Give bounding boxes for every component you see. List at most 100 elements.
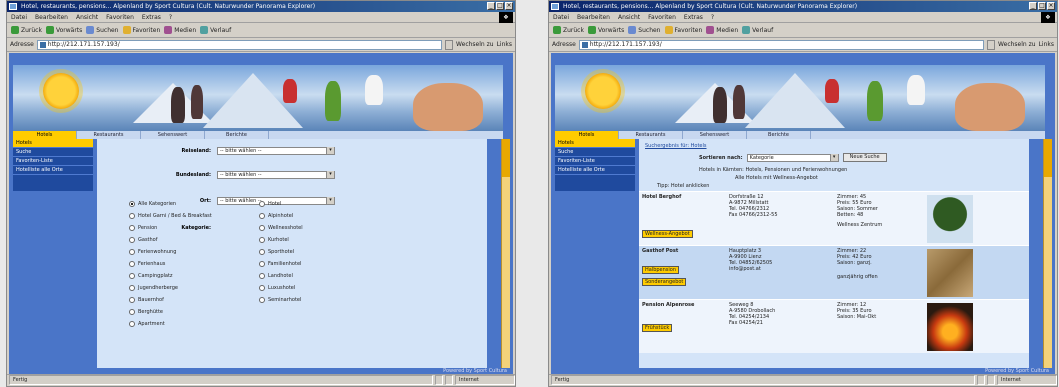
close-button[interactable]: × [505,2,513,10]
skier-figure [907,75,925,105]
forward-button[interactable]: Vorwärts [587,26,624,34]
menu-extras[interactable]: Extras [142,12,161,22]
radio-option[interactable]: Familienhotel [259,258,369,269]
go-button[interactable]: Wechseln zu [456,41,494,48]
radio-option[interactable]: Apartment [129,318,259,329]
sidebar-item-favoriten[interactable]: Favoriten-Liste [555,157,635,166]
vertical-scrollbar[interactable] [1043,139,1052,368]
radio-option[interactable]: Hotel Garni / Bed & Breakfast [129,210,259,221]
search-button[interactable]: Suchen [86,26,119,34]
wellness-badge[interactable]: Wellness-Angebot [642,230,693,238]
favorites-button[interactable]: Favoriten [122,26,160,34]
fire-photo[interactable] [927,303,973,351]
radio-option[interactable]: Seminarhotel [259,294,369,305]
address-input[interactable]: http://212.171.157.193/ [578,39,985,50]
history-button[interactable]: Verlauf [200,26,231,34]
halbpension-badge[interactable]: Halbpension [642,266,680,274]
tab-sehenswert[interactable]: Sehenswert [141,131,205,139]
radio-option[interactable]: Ferienwohnung [129,246,259,257]
tab-hotels[interactable]: Hotels [13,131,77,139]
radio-option[interactable]: Luxushotel [259,282,369,293]
sidebar-item-suche[interactable]: Suche [13,148,93,157]
close-button[interactable]: × [1047,2,1055,10]
radio-option[interactable]: Pension [129,222,259,233]
bundesland-select[interactable]: -- bitte wählen -- [217,171,335,179]
radio-option[interactable]: Gasthof [129,234,259,245]
radio-option[interactable]: Bauernhof [129,294,259,305]
menu-favoriten[interactable]: Favoriten [648,12,676,22]
go-button[interactable]: Wechseln zu [998,41,1036,48]
tab-restaurants[interactable]: Restaurants [619,131,683,139]
hotel-listing[interactable]: Hotel Berghof Wellness-Angebot Dorfstraße… [639,191,1029,245]
address-dropdown-button[interactable] [987,39,996,50]
forward-button[interactable]: Vorwärts [45,26,82,34]
radio-option[interactable]: Berghütte [129,306,259,317]
search-button[interactable]: Suchen [628,26,661,34]
field-bundesland: Bundesland: -- bitte wählen -- [161,171,335,179]
tab-hotels[interactable]: Hotels [555,131,619,139]
sidebar-item-hotelliste[interactable]: Hotelliste alle Orte [555,166,635,175]
radio-option[interactable]: Alle Kategorien [129,198,259,209]
radio-option[interactable]: Wellnesshotel [259,222,369,233]
tab-restaurants[interactable]: Restaurants [77,131,141,139]
radio-option[interactable]: Jugendherberge [129,282,259,293]
menu-datei[interactable]: Datei [553,12,569,22]
menu-datei[interactable]: Datei [11,12,27,22]
sidebar-item-suche[interactable]: Suche [555,148,635,157]
fruehstueck-badge[interactable]: Frühstück [642,324,673,332]
breadcrumb[interactable]: Suchergebnis für: Hotels [645,143,707,149]
vertical-scrollbar[interactable] [501,139,510,368]
title-bar[interactable]: Hotel, restaurants, pensions... Alpenlan… [549,1,1057,12]
menu-favoriten[interactable]: Favoriten [106,12,134,22]
radio-icon [129,260,135,267]
tree-photo[interactable] [927,195,973,243]
menu-ansicht[interactable]: Ansicht [76,12,98,22]
minimize-button[interactable]: _ [1029,2,1037,10]
sort-select[interactable]: Kategorie [746,153,839,162]
links-label[interactable]: Links [1039,41,1054,48]
maximize-button[interactable]: □ [496,2,504,10]
hotel-listing[interactable]: Gasthof Post Halbpension Sonderangebot Hau… [639,245,1029,299]
sidebar-item-favoriten[interactable]: Favoriten-Liste [13,157,93,166]
tab-berichte[interactable]: Berichte [747,131,811,139]
title-bar[interactable]: Hotel, restaurants, pensions... Alpenlan… [7,1,515,12]
sidebar-item-hotels[interactable]: Hotels [13,139,93,148]
reiseland-select[interactable]: -- bitte wählen -- [217,147,335,155]
scrollbar-thumb[interactable] [1044,139,1052,177]
menu-bearbeiten[interactable]: Bearbeiten [35,12,68,22]
radio-option[interactable]: Ferienhaus [129,258,259,269]
radio-option[interactable]: Hotel [259,198,369,209]
media-button[interactable]: Medien [706,26,738,34]
history-button[interactable]: Verlauf [742,26,773,34]
back-button[interactable]: Zurück [553,26,584,34]
minimize-button[interactable]: _ [487,2,495,10]
sidebar-item-hotels[interactable]: Hotels [555,139,635,148]
scrollbar-thumb[interactable] [502,139,510,177]
sonderangebot-badge[interactable]: Sonderangebot [642,278,687,286]
menu-bearbeiten[interactable]: Bearbeiten [577,12,610,22]
address-dropdown-button[interactable] [445,39,454,50]
menu-extras[interactable]: Extras [684,12,703,22]
menu-help[interactable]: ? [711,12,714,22]
radio-option[interactable]: Sporthotel [259,246,369,257]
tab-berichte[interactable]: Berichte [205,131,269,139]
radio-option[interactable]: Alpinhotel [259,210,369,221]
radio-option[interactable]: Kurhotel [259,234,369,245]
menu-ansicht[interactable]: Ansicht [618,12,640,22]
media-button[interactable]: Medien [164,26,196,34]
radio-option[interactable]: Landhotel [259,270,369,281]
back-button[interactable]: Zurück [11,26,42,34]
tab-sehenswert[interactable]: Sehenswert [683,131,747,139]
header-banner [555,65,1045,131]
favorites-button[interactable]: Favoriten [664,26,702,34]
radio-option[interactable]: Campingplatz [129,270,259,281]
links-label[interactable]: Links [497,41,512,48]
info-line: Hotels in Kärnten: Hotels, Pensionen und… [699,167,848,173]
hotel-listing[interactable]: Pension Alpenrose Frühstück Seeweg 8 A-95… [639,299,1029,353]
address-input[interactable]: http://212.171.157.193/ [36,39,443,50]
sidebar-item-hotelliste[interactable]: Hotelliste alle Orte [13,166,93,175]
maximize-button[interactable]: □ [1038,2,1046,10]
wall-photo[interactable] [927,249,973,297]
new-search-button[interactable]: Neue Suche [842,153,887,162]
menu-help[interactable]: ? [169,12,172,22]
